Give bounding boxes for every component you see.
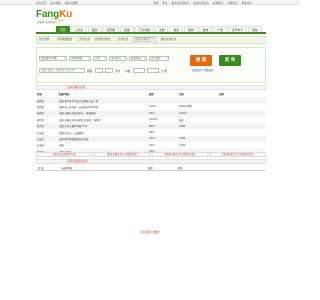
property-type-select[interactable]: 房产类型 [149, 56, 169, 61]
more-personal-link[interactable]: [更多石家庄个人出租房信息] [209, 152, 266, 157]
add-favorite-link[interactable]: 加入收藏 [50, 2, 60, 5]
result-col-region: 区 域 [38, 167, 44, 170]
price-label: 价格 [125, 70, 131, 73]
hot-search-bar: 热门搜索： 不同重要楼盘 二手房信息 最新重大楼盘 二手房信息 更多房源信息 >… [36, 36, 266, 44]
section-rent2-title: 石家庄出租房信息 [67, 160, 88, 163]
hot-link-1[interactable]: 不同重要楼盘 [57, 38, 73, 41]
result-col-area: 面积 [148, 167, 153, 170]
top-utility-bar: 设为首页 加入收藏 我的房酷网 注册 登录 看过的房源信息 更多房源信息 投诉建… [0, 0, 300, 5]
more-links-bar: [更多长安区租房信息] [更多石家庄中介出租房信息] [更多石家庄中介出租房信息… [36, 152, 266, 157]
result-col-rent: 租金 [178, 167, 183, 170]
hot-link-3[interactable]: 最新重大楼盘 [95, 38, 111, 41]
area-label: 面积 [87, 70, 93, 73]
rent-listings-table: 区域 标题/地址 面积 价格 日期 桥西区 出租 裕华区中华北大街紧临万达广场 … [36, 91, 266, 155]
empty-results-message: 该区域暂无数据！ [140, 231, 162, 234]
more-listings-link[interactable]: 更多房源信息 [193, 2, 209, 5]
hot-label: 热门搜索： [39, 38, 52, 41]
scope-select[interactable]: 房源范围 [129, 56, 147, 61]
keyword-input[interactable]: 请输入楼盘、道路或者小区名称 [39, 68, 85, 73]
price-unit: 万/月 [161, 70, 168, 73]
district-select[interactable]: 不限(不限) [69, 56, 91, 61]
price-max-input[interactable] [147, 68, 159, 73]
more-agent-link-1[interactable]: [更多石家庄中介出租房信息] [93, 152, 151, 157]
logo-main: Fang [36, 9, 60, 20]
login-link[interactable]: 登录 [162, 2, 167, 5]
advanced-search-links[interactable]: 高级搜索 | 地图找房 [192, 68, 213, 72]
hot-link-4[interactable]: 二手房信息 [115, 38, 128, 41]
section-rent-header: 石家庄租房信息 [36, 85, 266, 90]
feedback-link[interactable]: 投诉建议 [213, 2, 223, 5]
logo-subtitle: 房酷网 中国房地产 [37, 21, 57, 24]
more-district-link[interactable]: [更多长安区租房信息] [36, 152, 93, 157]
nav-underline [36, 32, 266, 34]
price-range-select[interactable]: 单价区间 [109, 56, 127, 61]
register-link[interactable]: 注册 [153, 2, 158, 5]
hot-link-2[interactable]: 二手房信息 [77, 38, 90, 41]
hot-right-link[interactable]: 最新房源信息 [161, 38, 177, 41]
section-rent-title: 石家庄租房信息 [67, 86, 86, 89]
result-col-title: 标题/地址 [62, 167, 73, 170]
history-link[interactable]: 看过的房源信息 [171, 2, 189, 5]
post-button[interactable]: 发 布 [219, 55, 241, 66]
type-select[interactable]: 选择类型(不限) [39, 56, 67, 61]
area-min-input[interactable] [95, 68, 103, 73]
my-account-link[interactable]: 我的房酷网 [65, 2, 78, 5]
site-logo[interactable]: FangKu [36, 9, 72, 20]
search-button[interactable]: 搜 索 [190, 55, 212, 66]
results-header-bar: 区 域 标题/地址 面积 租金 [36, 164, 266, 171]
top-left-links: 设为首页 加入收藏 我的房酷网 [36, 1, 81, 5]
price-min-input[interactable] [133, 68, 145, 73]
area-max-input[interactable] [105, 68, 113, 73]
layout-select[interactable]: 户型 [93, 56, 107, 61]
help-link[interactable]: 帮助中心 [242, 2, 252, 5]
more-chip[interactable]: 更多房源信息 > [133, 37, 156, 42]
logo-domain: .com [57, 18, 64, 22]
set-homepage-link[interactable]: 设为首页 [36, 2, 46, 5]
top-right-links: 注册 登录 看过的房源信息 更多房源信息 投诉建议 注册会员 帮助中心 [150, 1, 252, 5]
more-agent-link-2[interactable]: [更多石家庄中介出租房信息] [151, 152, 209, 157]
area-unit: 平方 [115, 70, 121, 73]
member-link[interactable]: 注册会员 [227, 2, 237, 5]
